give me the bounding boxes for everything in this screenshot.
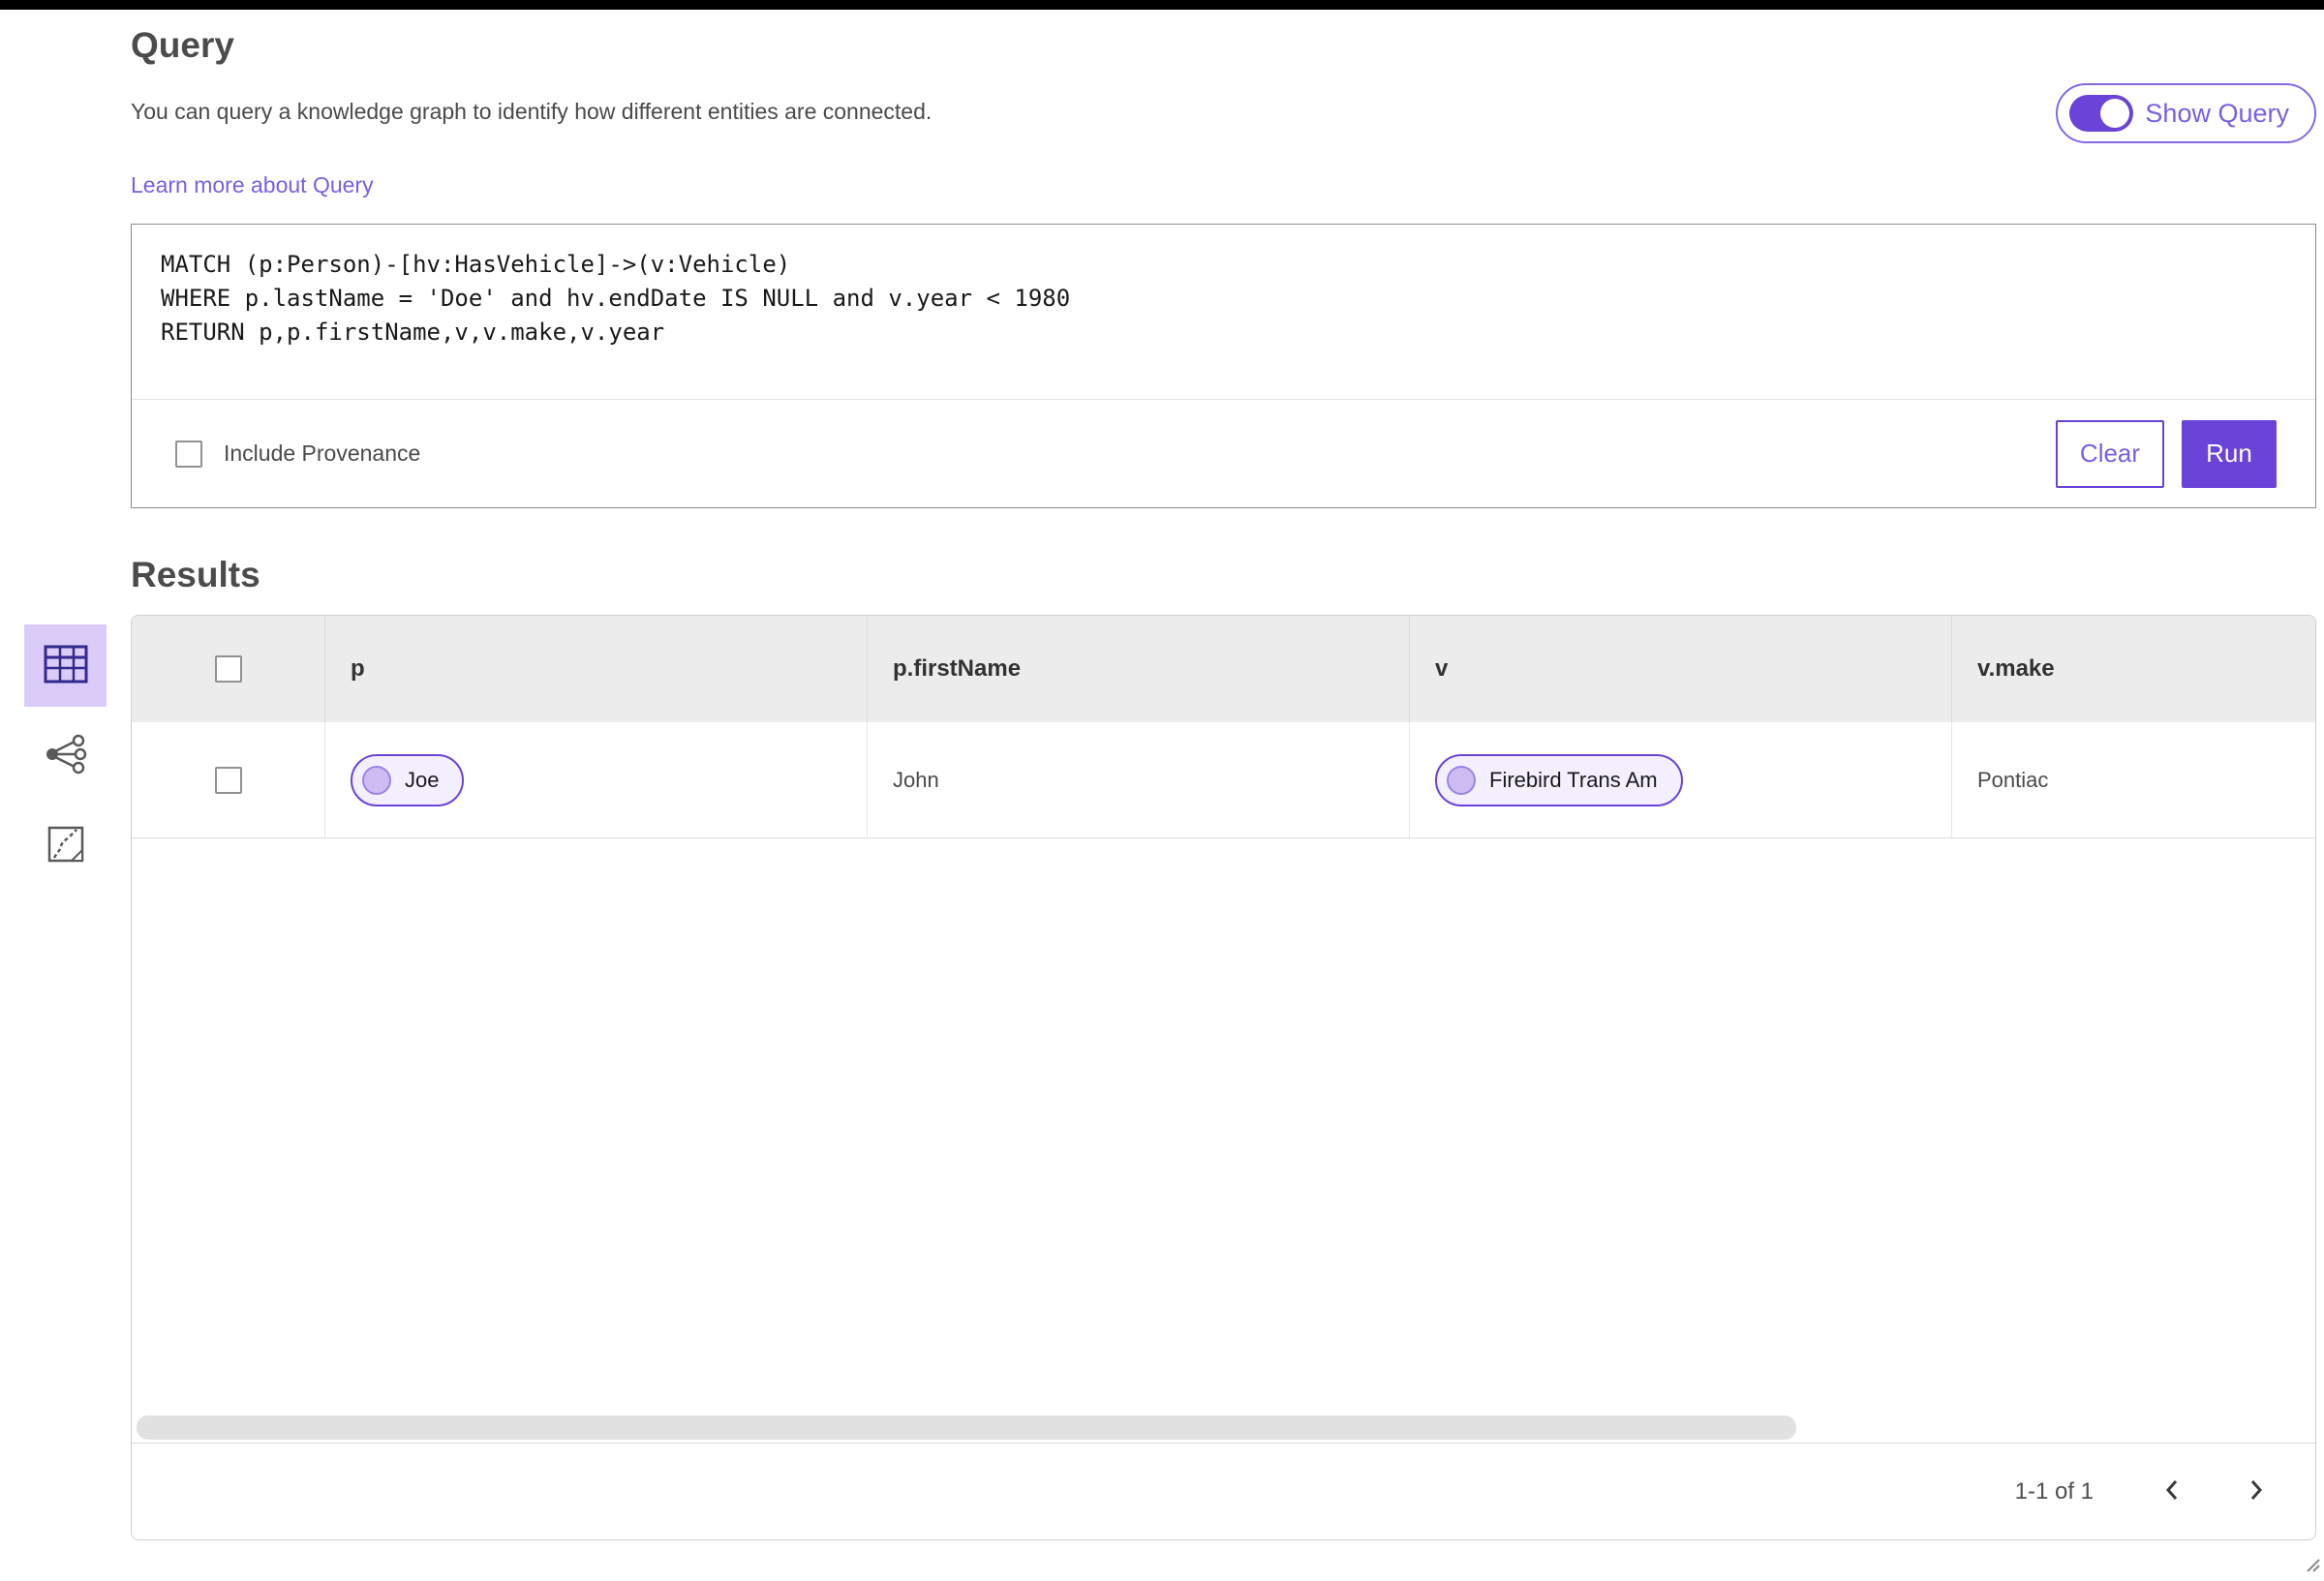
horizontal-scrollbar[interactable]: [132, 1414, 2315, 1443]
toggle-knob: [2100, 99, 2130, 128]
cell-p: Joe: [325, 722, 868, 837]
cell-p-firstname: John: [868, 722, 1410, 837]
entity-chip-label: Firebird Trans Am: [1489, 767, 1658, 792]
query-panel: MATCH (p:Person)-[hv:HasVehicle]->(v:Veh…: [131, 224, 2320, 1572]
results-section: p p.firstName v v.make Joe John Firebird…: [0, 615, 2324, 1540]
include-provenance-label: Include Provenance: [224, 441, 421, 466]
chevron-left-icon: [2160, 1477, 2186, 1505]
cell-value: Pontiac: [1977, 767, 2049, 792]
link-chart-view-button[interactable]: [24, 714, 107, 797]
cell-v-make: Pontiac: [1952, 722, 2315, 837]
scrollbar-thumb[interactable]: [137, 1415, 1796, 1440]
link-chart-icon: [44, 734, 88, 777]
column-header-v: v: [1410, 616, 1952, 722]
column-header-p: p: [325, 616, 868, 722]
column-header-v-make: v.make: [1952, 616, 2315, 722]
results-title: Results: [131, 555, 260, 594]
entity-chip-vehicle[interactable]: Firebird Trans Am: [1435, 753, 1683, 806]
entity-chip-label: Joe: [405, 767, 440, 792]
table-row: Joe John Firebird Trans Am Pontiac: [132, 722, 2315, 838]
row-checkbox[interactable]: [214, 766, 242, 794]
column-label: p.firstName: [893, 655, 1022, 682]
results-table: p p.firstName v v.make Joe John Firebird…: [131, 615, 2316, 1540]
cell-value: John: [893, 767, 939, 792]
page-description: You can query a knowledge graph to ident…: [131, 99, 933, 124]
header-checkbox-cell: [132, 616, 325, 722]
include-provenance-checkbox[interactable]: [175, 440, 202, 468]
table-pagination-bar: 1-1 of 1: [132, 1443, 2315, 1539]
pagination-range: 1-1 of 1: [2014, 1477, 2094, 1505]
table-header-row: p p.firstName v v.make: [132, 616, 2315, 722]
chevron-right-icon: [2243, 1477, 2268, 1505]
entity-dot-icon: [362, 765, 391, 795]
table-view-button[interactable]: [24, 624, 107, 707]
entity-dot-icon: [1447, 765, 1476, 795]
column-label: v.make: [1977, 655, 2055, 682]
query-code-editor[interactable]: MATCH (p:Person)-[hv:HasVehicle]->(v:Veh…: [132, 225, 2315, 400]
column-label: v: [1435, 655, 1449, 682]
page-title: Query: [131, 25, 234, 65]
previous-page-button[interactable]: [2154, 1473, 2192, 1511]
toggle-switch-icon[interactable]: [2069, 95, 2134, 132]
learn-more-link[interactable]: Learn more about Query: [131, 172, 374, 198]
show-query-label: Show Query: [2145, 98, 2289, 128]
view-switcher-rail: [0, 615, 131, 1540]
resize-handle-icon[interactable]: [2300, 1552, 2321, 1578]
table-empty-area: [132, 838, 2315, 1414]
query-panel-footer: Include Provenance Clear Run: [132, 400, 2315, 507]
table-icon: [43, 643, 89, 688]
cell-v: Firebird Trans Am: [1410, 722, 1952, 837]
row-checkbox-cell: [132, 722, 325, 837]
map-icon: [46, 825, 85, 867]
clear-button[interactable]: Clear: [2056, 419, 2164, 488]
entity-chip-person[interactable]: Joe: [351, 753, 465, 806]
column-header-p-firstname: p.firstName: [868, 616, 1410, 722]
run-button[interactable]: Run: [2182, 419, 2277, 488]
next-page-button[interactable]: [2236, 1473, 2275, 1511]
select-all-checkbox[interactable]: [214, 655, 242, 683]
show-query-toggle[interactable]: Show Query: [2056, 83, 2316, 143]
column-label: p: [351, 655, 365, 682]
map-view-button[interactable]: [24, 805, 107, 887]
header-row: You can query a knowledge graph to ident…: [131, 66, 2316, 143]
